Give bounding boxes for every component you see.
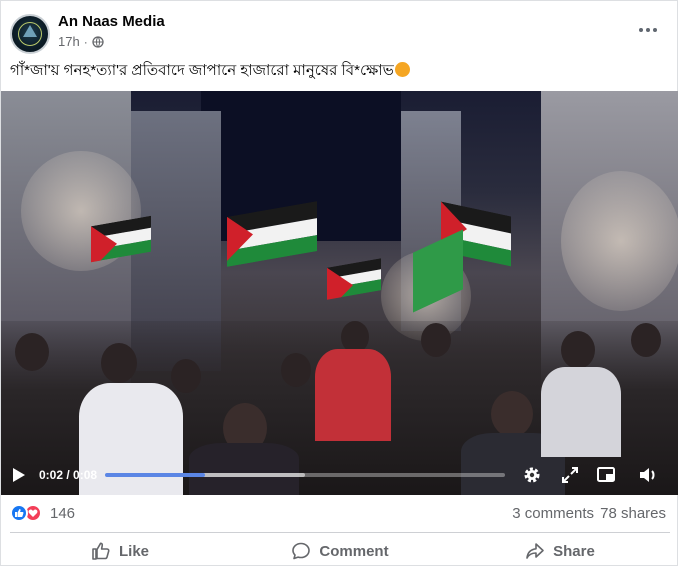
share-arrow-icon: [526, 543, 544, 559]
video-time-display: 0:02 / 0:08: [39, 468, 98, 482]
thumbs-up-icon: [92, 542, 110, 560]
settings-gear-icon[interactable]: [521, 464, 543, 486]
video-frame-person: [15, 333, 49, 371]
post-caption-text: গাঁ*জা'য় গনহ*ত্যা'র প্রতিবাদে জাপানে হা…: [10, 62, 394, 79]
more-dot-icon: [639, 28, 643, 32]
post-card: An Naas Media 17h · গাঁ*জা'য় গনহ*ত্যা'র…: [0, 0, 678, 566]
action-divider: [10, 532, 670, 533]
video-frame-person: [315, 349, 391, 441]
post-stats: 146 3 comments 78 shares: [10, 503, 670, 527]
video-frame-person: [631, 323, 661, 357]
video-frame-person: [561, 331, 595, 369]
more-dot-icon: [653, 28, 657, 32]
video-frame-person: [491, 391, 533, 437]
post-meta: 17h ·: [58, 34, 104, 49]
like-button[interactable]: Like: [10, 534, 230, 566]
shares-count-link[interactable]: 78 shares: [600, 505, 666, 522]
video-frame-person: [421, 323, 451, 357]
video-controls: 0:02 / 0:08: [1, 459, 678, 493]
comment-bubble-icon: [292, 542, 311, 560]
video-frame-light: [561, 171, 678, 311]
video-player[interactable]: 0:02 / 0:08: [1, 91, 678, 495]
comments-count-link[interactable]: 3 comments: [512, 505, 594, 522]
post-actions: Like Comment Share: [10, 534, 670, 566]
like-reaction-icon: [10, 504, 28, 522]
raised-fist-emoji-icon: [394, 62, 410, 77]
page-avatar[interactable]: [10, 14, 50, 54]
reactions-summary[interactable]: 146: [10, 504, 75, 522]
share-button-label: Share: [553, 542, 595, 560]
video-frame-person: [281, 353, 311, 387]
like-button-label: Like: [118, 542, 149, 560]
video-progress-fill: [105, 473, 205, 477]
meta-separator: ·: [83, 34, 88, 49]
fullscreen-icon[interactable]: [559, 464, 581, 486]
globe-icon: [92, 35, 104, 48]
comment-button[interactable]: Comment: [230, 534, 450, 566]
post-header: An Naas Media 17h ·: [10, 10, 670, 56]
video-progress-bar[interactable]: [105, 473, 505, 477]
video-frame-person: [101, 343, 137, 383]
page-name-link[interactable]: An Naas Media: [58, 13, 165, 30]
video-frame-person: [171, 359, 201, 393]
comment-button-label: Comment: [319, 542, 389, 560]
share-button[interactable]: Share: [450, 534, 670, 566]
more-dot-icon: [646, 28, 650, 32]
picture-in-picture-icon[interactable]: [595, 464, 617, 486]
volume-icon[interactable]: [637, 464, 659, 486]
video-frame-person: [541, 367, 621, 457]
avatar-logo-mark: [23, 25, 37, 37]
video-frame-flag: [327, 258, 381, 300]
play-icon[interactable]: [13, 468, 25, 482]
reaction-count: 146: [50, 504, 76, 522]
post-caption: গাঁ*জা'য় গনহ*ত্যা'র প্রতিবাদে জাপানে হা…: [10, 59, 670, 84]
more-options-button[interactable]: [634, 20, 662, 40]
post-timestamp[interactable]: 17h: [58, 34, 80, 49]
